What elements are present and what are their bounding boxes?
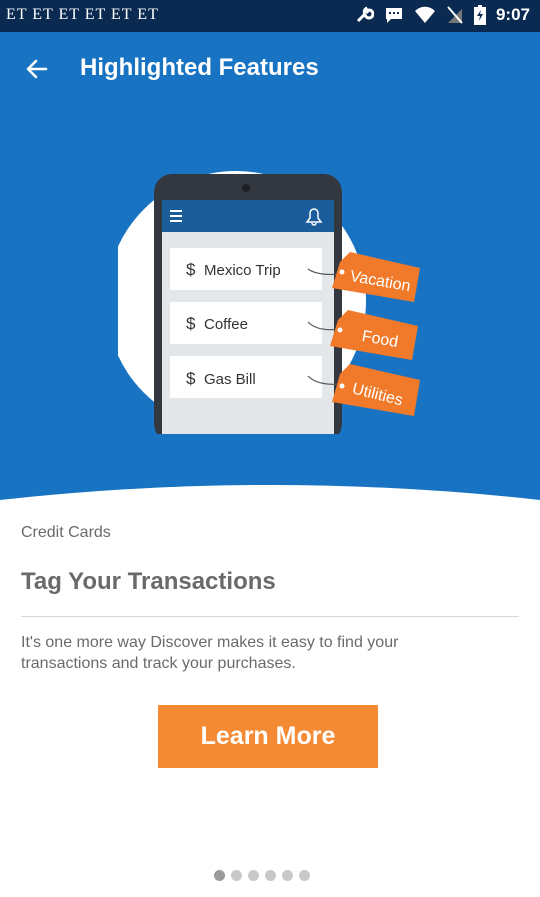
page-dot[interactable] xyxy=(282,870,293,881)
list-item-label: Coffee xyxy=(204,316,248,333)
page-dot[interactable] xyxy=(299,870,310,881)
menu-icon xyxy=(170,210,182,222)
arrow-left-icon[interactable] xyxy=(24,56,50,82)
chat-icon xyxy=(385,8,402,23)
feature-description: It's one more way Discover makes it easy… xyxy=(21,634,399,672)
wifi-icon xyxy=(414,6,435,23)
hero-curve xyxy=(0,485,540,530)
phone-illustration: $ Mexico Trip $ Coffee $ Gas Bill Vacati… xyxy=(118,171,420,434)
battery-icon xyxy=(473,5,486,25)
page-dot[interactable] xyxy=(265,870,276,881)
divider xyxy=(21,616,519,617)
dollar-icon: $ xyxy=(186,260,196,279)
status-notification-text: ET ET ET ET ET ET xyxy=(6,6,159,23)
list-item-label: Gas Bill xyxy=(204,371,256,388)
page-title: Highlighted Features xyxy=(80,54,319,81)
page-dot[interactable] xyxy=(248,870,259,881)
learn-more-button[interactable]: Learn More xyxy=(158,705,378,768)
page-indicator[interactable] xyxy=(214,870,310,881)
tag-utilities: Utilities xyxy=(332,364,420,416)
no-sim-icon xyxy=(447,6,463,24)
status-icons: 9:07 xyxy=(354,5,530,25)
page-dot[interactable] xyxy=(231,870,242,881)
status-time: 9:07 xyxy=(495,5,530,24)
category-label: Credit Cards xyxy=(21,524,111,541)
status-bar: ET ET ET ET ET ET 9:07 xyxy=(0,0,540,32)
feature-headline: Tag Your Transactions xyxy=(21,568,276,595)
list-item-label: Mexico Trip xyxy=(204,262,281,279)
dollar-icon: $ xyxy=(186,314,196,333)
page-dot[interactable] xyxy=(214,870,225,881)
dollar-icon: $ xyxy=(186,369,196,388)
wrench-icon xyxy=(356,6,374,23)
